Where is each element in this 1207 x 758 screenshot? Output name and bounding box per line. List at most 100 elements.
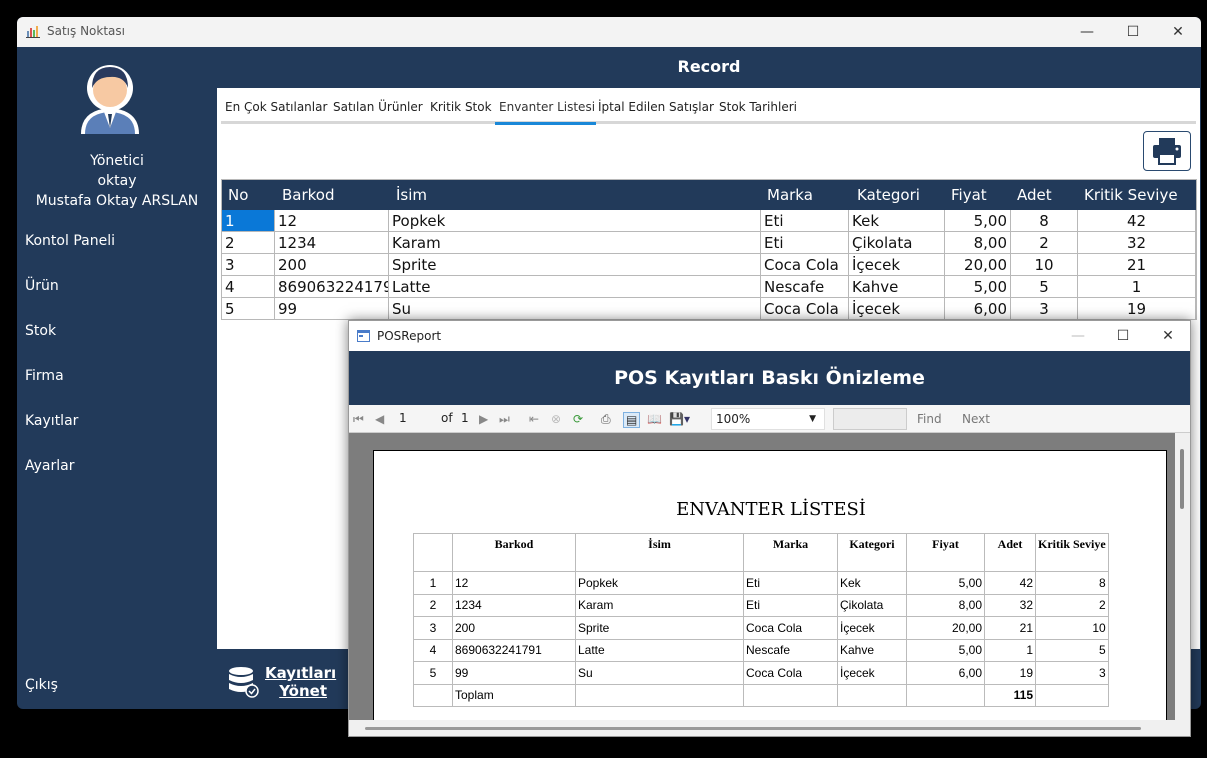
stop-icon[interactable]: ⊗ xyxy=(551,412,561,426)
inventory-grid[interactable]: No Barkod İsim Marka Kategori Fiyat Adet… xyxy=(221,179,1197,320)
close-button[interactable]: ✕ xyxy=(1145,321,1191,351)
column-header[interactable]: Barkod xyxy=(282,186,335,204)
table-cell[interactable]: 1234 xyxy=(275,232,389,254)
table-row[interactable]: 1 12 Popkek Eti Kek 5,00 8 42 xyxy=(222,210,1196,232)
table-cell[interactable]: 32 xyxy=(1078,232,1196,254)
table-cell[interactable]: 1 xyxy=(1078,276,1196,298)
maximize-button[interactable]: ☐ xyxy=(1100,321,1146,351)
report-viewer[interactable]: ENVANTER LİSTESİ Barkod İsim Marka Kateg… xyxy=(349,433,1175,730)
table-cell[interactable]: 1 xyxy=(222,210,275,232)
table-cell[interactable]: Eti xyxy=(761,232,849,254)
table-cell[interactable]: 5 xyxy=(222,298,275,320)
export-icon[interactable]: 💾▾ xyxy=(669,412,690,426)
tab-stock-dates[interactable]: Stok Tarihleri xyxy=(719,100,797,114)
report-title-bar: POSReport — ☐ ✕ xyxy=(349,321,1190,351)
refresh-icon[interactable]: ⟳ xyxy=(573,412,583,426)
table-cell[interactable]: 2 xyxy=(1011,232,1078,254)
back-icon[interactable]: ⇤ xyxy=(529,412,539,426)
table-cell[interactable]: Kek xyxy=(849,210,945,232)
table-cell[interactable]: 21 xyxy=(1078,254,1196,276)
sidebar-item-control-panel[interactable]: Kontol Paneli xyxy=(25,233,115,249)
column-header[interactable]: Kritik Seviye xyxy=(1084,186,1178,204)
previous-page-icon[interactable]: ◀ xyxy=(375,412,384,426)
table-cell[interactable]: İçecek xyxy=(849,254,945,276)
table-cell[interactable]: Karam xyxy=(389,232,761,254)
table-cell[interactable]: 8 xyxy=(1011,210,1078,232)
sidebar-item-stock[interactable]: Stok xyxy=(25,323,56,339)
minimize-button[interactable]: — xyxy=(1064,17,1110,47)
page-setup-icon[interactable]: 📖 xyxy=(647,412,662,426)
column-header[interactable]: Marka xyxy=(767,186,813,204)
table-cell[interactable]: Coca Cola xyxy=(761,254,849,276)
column-header[interactable]: Kategori xyxy=(857,186,920,204)
exit-button[interactable]: Çıkış xyxy=(25,677,58,693)
table-cell[interactable]: İçecek xyxy=(849,298,945,320)
column-header[interactable]: No xyxy=(228,186,248,204)
print-button[interactable] xyxy=(1143,131,1191,171)
report-row: 4 8690632241791 Latte Nescafe Kahve 5,00 1 5 xyxy=(413,638,1109,662)
column-header[interactable]: İsim xyxy=(396,186,427,204)
table-cell[interactable]: 3 xyxy=(222,254,275,276)
table-cell[interactable]: 200 xyxy=(275,254,389,276)
table-cell[interactable]: 12 xyxy=(275,210,389,232)
sidebar-item-company[interactable]: Firma xyxy=(25,368,64,384)
next-page-icon[interactable]: ▶ xyxy=(479,412,488,426)
table-cell[interactable]: 2 xyxy=(222,232,275,254)
print-layout-icon[interactable]: ▤ xyxy=(623,412,641,428)
last-page-icon[interactable]: ⏭ xyxy=(499,412,510,427)
scroll-thumb[interactable] xyxy=(1180,449,1184,509)
table-row[interactable]: 5 99 Su Coca Cola İçecek 6,00 3 19 xyxy=(222,298,1196,320)
first-page-icon[interactable]: ⏮ xyxy=(353,412,364,427)
table-cell[interactable]: Çikolata xyxy=(849,232,945,254)
close-button[interactable]: ✕ xyxy=(1155,17,1201,47)
table-cell[interactable]: 5 xyxy=(1011,276,1078,298)
zoom-select[interactable]: 100% ▼ xyxy=(711,408,825,430)
table-row[interactable]: 48690632241791LatteNescafeKahve5,0051 xyxy=(222,276,1196,298)
report-column-header: Kategori xyxy=(837,533,907,572)
sidebar-item-product[interactable]: Ürün xyxy=(25,278,59,294)
table-cell[interactable]: Popkek xyxy=(389,210,761,232)
horizontal-scrollbar[interactable] xyxy=(349,720,1175,736)
table-row[interactable]: 3 200 Sprite Coca Cola İçecek 20,00 10 21 xyxy=(222,254,1196,276)
report-cell: Su xyxy=(575,661,744,685)
tab-sold-products[interactable]: Satılan Ürünler xyxy=(333,100,423,114)
scroll-thumb[interactable] xyxy=(365,727,1141,730)
table-cell[interactable]: 19 xyxy=(1078,298,1196,320)
table-cell[interactable]: 5,00 xyxy=(945,276,1011,298)
manage-records-link[interactable]: Kayıtları Yönet xyxy=(265,664,336,700)
tab-inventory-list[interactable]: Envanter Listesi xyxy=(499,100,595,114)
next-button[interactable]: Next xyxy=(962,412,990,426)
sidebar-item-settings[interactable]: Ayarlar xyxy=(25,458,74,474)
maximize-button[interactable]: ☐ xyxy=(1110,17,1156,47)
table-cell[interactable]: 3 xyxy=(1011,298,1078,320)
table-cell[interactable]: Eti xyxy=(761,210,849,232)
table-cell[interactable]: Coca Cola xyxy=(761,298,849,320)
tab-best-sellers[interactable]: En Çok Satılanlar xyxy=(225,100,327,114)
table-cell[interactable]: Sprite xyxy=(389,254,761,276)
column-header[interactable]: Adet xyxy=(1017,186,1052,204)
table-cell[interactable]: 8,00 xyxy=(945,232,1011,254)
table-cell[interactable]: Latte xyxy=(389,276,761,298)
table-cell[interactable]: Nescafe xyxy=(761,276,849,298)
table-cell[interactable]: 8690632241791 xyxy=(275,276,389,298)
table-row[interactable]: 2 1234 Karam Eti Çikolata 8,00 2 32 xyxy=(222,232,1196,254)
sidebar-item-records[interactable]: Kayıtlar xyxy=(25,413,78,429)
table-cell[interactable]: 5,00 xyxy=(945,210,1011,232)
table-cell[interactable]: 20,00 xyxy=(945,254,1011,276)
tab-cancelled-sales[interactable]: İptal Edilen Satışlar xyxy=(598,100,714,114)
tab-critical-stock[interactable]: Kritik Stok xyxy=(430,100,492,114)
table-cell[interactable]: Su xyxy=(389,298,761,320)
vertical-scrollbar[interactable] xyxy=(1175,433,1190,720)
table-cell[interactable]: 10 xyxy=(1011,254,1078,276)
table-cell[interactable]: Kahve xyxy=(849,276,945,298)
print-icon[interactable]: ⎙ xyxy=(601,412,611,427)
find-button[interactable]: Find xyxy=(917,412,942,426)
table-cell[interactable]: 6,00 xyxy=(945,298,1011,320)
column-header[interactable]: Fiyat xyxy=(951,186,987,204)
find-input[interactable] xyxy=(833,408,907,430)
table-cell[interactable]: 99 xyxy=(275,298,389,320)
current-page-input[interactable]: 1 xyxy=(399,409,435,429)
minimize-button[interactable]: — xyxy=(1055,321,1101,351)
table-cell[interactable]: 4 xyxy=(222,276,275,298)
table-cell[interactable]: 42 xyxy=(1078,210,1196,232)
